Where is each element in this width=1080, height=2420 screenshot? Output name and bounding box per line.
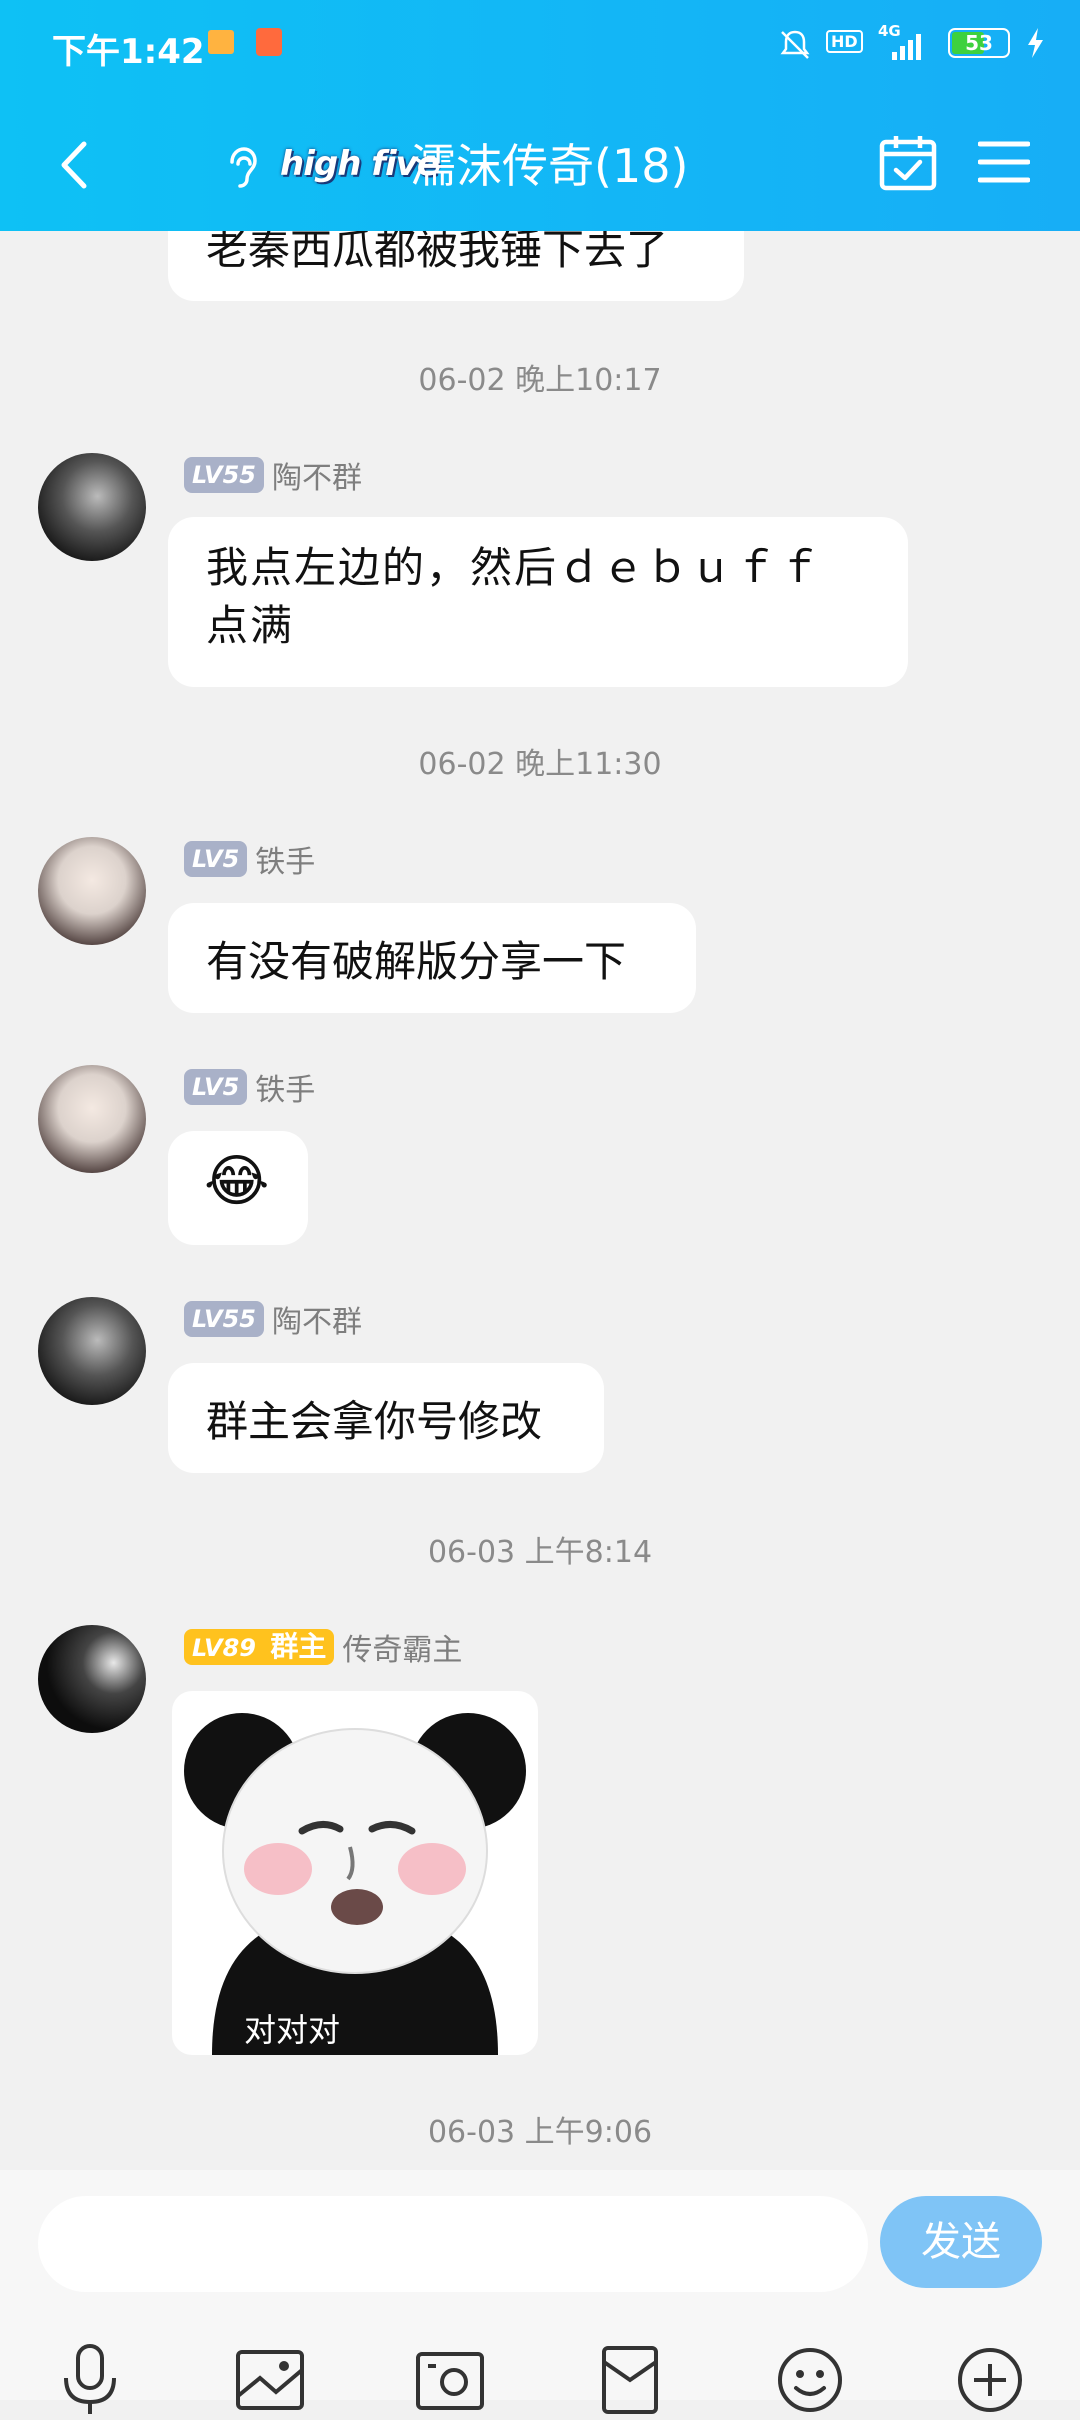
nav-bar: high five 濡沫传奇(18) [0,118,1080,210]
plus-icon[interactable] [950,2340,1030,2420]
sender-meta: LV55 陶不群 [184,453,362,497]
sticker-image[interactable]: 对对对 [172,1691,538,2055]
sender-meta: LV5 铁手 [184,1065,315,1109]
battery-level: 53 [965,31,993,55]
message-text-line: 我点左边的，然后ｄｅｂｕｆｆ [206,543,823,592]
sender-name[interactable]: 铁手 [255,837,315,881]
message-input[interactable] [38,2196,868,2292]
sender-name[interactable]: 传奇霸主 [342,1625,462,1669]
image-icon[interactable] [230,2340,310,2420]
calendar-check-icon[interactable] [878,134,938,192]
charging-icon [1028,28,1043,58]
status-time: 下午1:42 [52,32,205,72]
send-button[interactable]: 发送 [880,2196,1042,2288]
sender-meta: LV89 群主 传奇霸主 [184,1625,462,1669]
sender-name[interactable]: 铁手 [255,1065,315,1109]
timestamp: 06-03 上午9:06 [427,2115,653,2150]
back-button[interactable] [56,138,92,192]
mute-bell-icon [780,30,810,59]
level-badge: LV5 [184,1069,248,1105]
hd-badge: HD [826,30,863,53]
status-bar: 下午1:42 HD 4G 53 [0,22,1080,72]
avatar[interactable] [38,1065,146,1173]
sender-name[interactable]: 陶不群 [272,1297,362,1341]
level-value: LV89 [192,1634,256,1662]
avatar[interactable] [38,1297,146,1405]
message-text-line: 点满 [206,601,295,650]
timestamp: 06-02 晚上11:30 [418,747,662,782]
battery-icon: 53 [948,28,1010,58]
panda-sticker-icon [184,1713,526,2055]
top-bar: 下午1:42 HD 4G 53 high five 濡沫传奇(18) [0,0,1080,231]
menu-icon[interactable] [978,140,1030,184]
signal-icon [892,34,921,60]
red-packet-icon[interactable] [590,2340,670,2420]
notification-icon [208,30,234,54]
message-bubble[interactable]: 老秦西瓜都被我锤下去了 [168,231,744,301]
level-badge: LV55 [184,1301,264,1337]
microphone-icon[interactable] [50,2340,130,2420]
owner-role: 群主 [270,1630,327,1663]
message-text: 群主会拿你号修改 [206,1397,543,1446]
ear-icon[interactable] [222,144,258,192]
sender-meta: LV5 铁手 [184,837,315,881]
emoji-icon[interactable] [770,2340,850,2420]
input-bar: 发送 [0,2170,1080,2414]
level-badge: LV89 群主 [184,1629,335,1665]
laughing-emoji: 😂 [204,1149,270,1214]
page-title: 濡沫传奇(18) [410,139,689,193]
avatar[interactable] [38,837,146,945]
timestamp: 06-03 上午8:14 [427,1535,653,1570]
level-badge: LV5 [184,841,248,877]
timestamp: 06-02 晚上10:17 [418,363,662,398]
avatar[interactable] [38,453,146,561]
sender-meta: LV55 陶不群 [184,1297,362,1341]
message-text: 有没有破解版分享一下 [206,937,627,986]
chat-area[interactable]: 老秦西瓜都被我锤下去了 06-02 晚上10:17 LV55 陶不群 我点左边的… [0,231,1080,2171]
camera-icon[interactable] [410,2340,490,2420]
message-bubble[interactable]: 有没有破解版分享一下 [168,903,696,1013]
message-bubble[interactable]: 😂 [168,1131,308,1245]
sender-name[interactable]: 陶不群 [272,453,362,497]
message-bubble[interactable]: 我点左边的，然后ｄｅｂｕｆｆ 点满 [168,517,908,687]
level-badge: LV55 [184,457,264,493]
message-bubble[interactable]: 群主会拿你号修改 [168,1363,604,1473]
app-icon [256,28,282,56]
sticker-caption: 对对对 [243,2011,340,2049]
avatar[interactable] [38,1625,146,1733]
message-text: 老秦西瓜都被我锤下去了 [206,231,669,274]
